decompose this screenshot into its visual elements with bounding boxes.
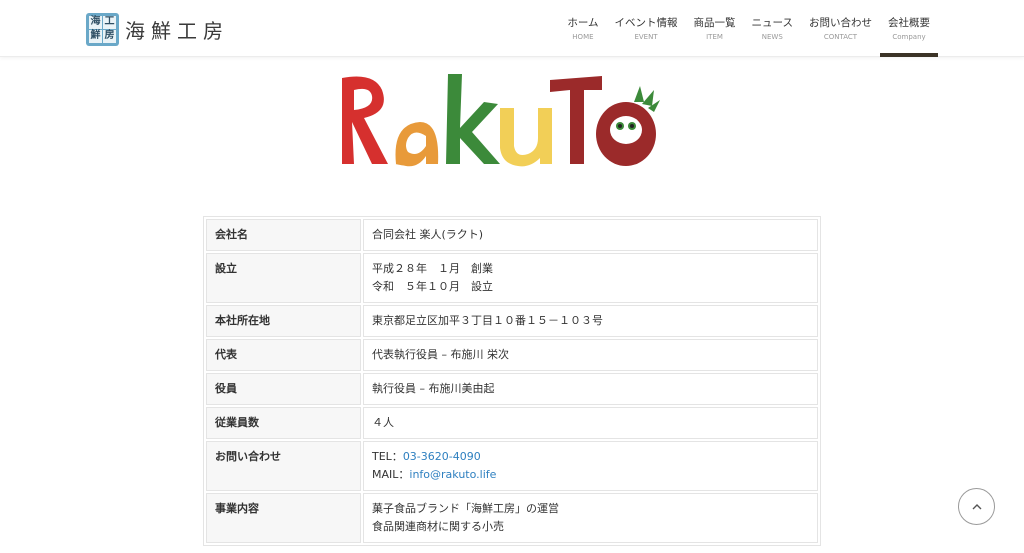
- mail-link[interactable]: info@rakuto.life: [409, 468, 496, 481]
- tel-link[interactable]: 03-3620-4090: [403, 450, 481, 463]
- value-line: 食品関連商材に関する小売: [372, 520, 504, 533]
- table-row: 代表 代表執行役員 – 布施川 栄次: [206, 339, 818, 371]
- row-value: ４人: [363, 407, 818, 439]
- value-line: ４人: [372, 416, 394, 429]
- logo-mark-char: 工: [103, 15, 116, 29]
- site-header: 海 工 鮮 房 海鮮工房 ホーム HOME イベント情報 EVENT 商品一覧 …: [0, 0, 1024, 57]
- nav-item-home[interactable]: ホーム HOME: [559, 0, 606, 57]
- row-value: 執行役員 – 布施川美由起: [363, 373, 818, 405]
- company-info-table: 会社名 合同会社 楽人(ラクト) 設立 平成２８年 １月 創業 令和 ５年１０月…: [203, 216, 821, 546]
- value-line: 合同会社 楽人(ラクト): [372, 228, 484, 241]
- logo-mark-char: 海: [89, 15, 102, 29]
- mail-line: MAIL：info@rakuto.life: [372, 466, 809, 484]
- nav-sublabel: EVENT: [634, 32, 658, 41]
- back-to-top-button[interactable]: [958, 488, 995, 525]
- row-label: 本社所在地: [206, 305, 361, 337]
- logo-mark-char: 鮮: [89, 29, 102, 43]
- table-row: 従業員数 ４人: [206, 407, 818, 439]
- table-row: 事業内容 菓子食品ブランド「海鮮工房」の運営 食品関連商材に関する小売: [206, 493, 818, 543]
- main-nav: ホーム HOME イベント情報 EVENT 商品一覧 ITEM ニュース NEW…: [559, 0, 938, 57]
- nav-sublabel: CONTACT: [823, 32, 858, 41]
- row-value: TEL：03-3620-4090 MAIL：info@rakuto.life: [363, 441, 818, 491]
- nav-label: ニュース: [751, 16, 793, 29]
- table-row: 役員 執行役員 – 布施川美由起: [206, 373, 818, 405]
- nav-sublabel: ITEM: [706, 32, 723, 41]
- table-row: 会社名 合同会社 楽人(ラクト): [206, 219, 818, 251]
- nav-label: 商品一覧: [693, 16, 736, 29]
- nav-item-company[interactable]: 会社概要 Company: [880, 0, 938, 57]
- row-value: 平成２８年 １月 創業 令和 ５年１０月 設立: [363, 253, 818, 303]
- nav-sublabel: HOME: [572, 32, 594, 41]
- nav-item-item[interactable]: 商品一覧 ITEM: [686, 0, 744, 57]
- row-value: 合同会社 楽人(ラクト): [363, 219, 818, 251]
- logo-text: 海鮮工房: [125, 18, 229, 43]
- row-value: 東京都足立区加平３丁目１０番１５－１０３号: [363, 305, 818, 337]
- nav-label: ホーム: [567, 16, 599, 29]
- row-label: 設立: [206, 253, 361, 303]
- row-label: 従業員数: [206, 407, 361, 439]
- tel-line: TEL：03-3620-4090: [372, 448, 809, 466]
- value-line: 平成２８年 １月 創業: [372, 262, 493, 275]
- rakuto-brand-logo: [342, 74, 660, 167]
- nav-label: イベント情報: [614, 16, 678, 29]
- value-line: 東京都足立区加平３丁目１０番１５－１０３号: [372, 314, 603, 327]
- value-line: 菓子食品ブランド「海鮮工房」の運営: [372, 502, 559, 515]
- value-line: 執行役員 – 布施川美由起: [372, 382, 495, 395]
- table-row: 本社所在地 東京都足立区加平３丁目１０番１５－１０３号: [206, 305, 818, 337]
- value-line: 令和 ５年１０月 設立: [372, 280, 493, 293]
- nav-item-news[interactable]: ニュース NEWS: [744, 0, 801, 57]
- row-label: お問い合わせ: [206, 441, 361, 491]
- nav-item-contact[interactable]: お問い合わせ CONTACT: [801, 0, 880, 57]
- value-line: 代表執行役員 – 布施川 栄次: [372, 348, 509, 361]
- nav-sublabel: NEWS: [761, 32, 783, 41]
- logo-mark-icon: 海 工 鮮 房: [86, 12, 119, 46]
- row-label: 会社名: [206, 219, 361, 251]
- nav-item-event[interactable]: イベント情報 EVENT: [607, 0, 686, 57]
- row-label: 役員: [206, 373, 361, 405]
- mail-prefix: MAIL：: [372, 468, 410, 481]
- nav-label: お問い合わせ: [809, 16, 872, 29]
- nav-sublabel: Company: [892, 32, 926, 41]
- site-logo[interactable]: 海 工 鮮 房 海鮮工房: [86, 12, 229, 46]
- table-row: 設立 平成２８年 １月 創業 令和 ５年１０月 設立: [206, 253, 818, 303]
- row-value: 代表執行役員 – 布施川 栄次: [363, 339, 818, 371]
- chevron-up-icon: [972, 503, 981, 509]
- logo-mark-char: 房: [103, 29, 116, 43]
- tel-prefix: TEL：: [372, 450, 403, 463]
- row-label: 事業内容: [206, 493, 361, 543]
- table-row: お問い合わせ TEL：03-3620-4090 MAIL：info@rakuto…: [206, 441, 818, 491]
- nav-label: 会社概要: [888, 16, 930, 29]
- row-label: 代表: [206, 339, 361, 371]
- row-value: 菓子食品ブランド「海鮮工房」の運営 食品関連商材に関する小売: [363, 493, 818, 543]
